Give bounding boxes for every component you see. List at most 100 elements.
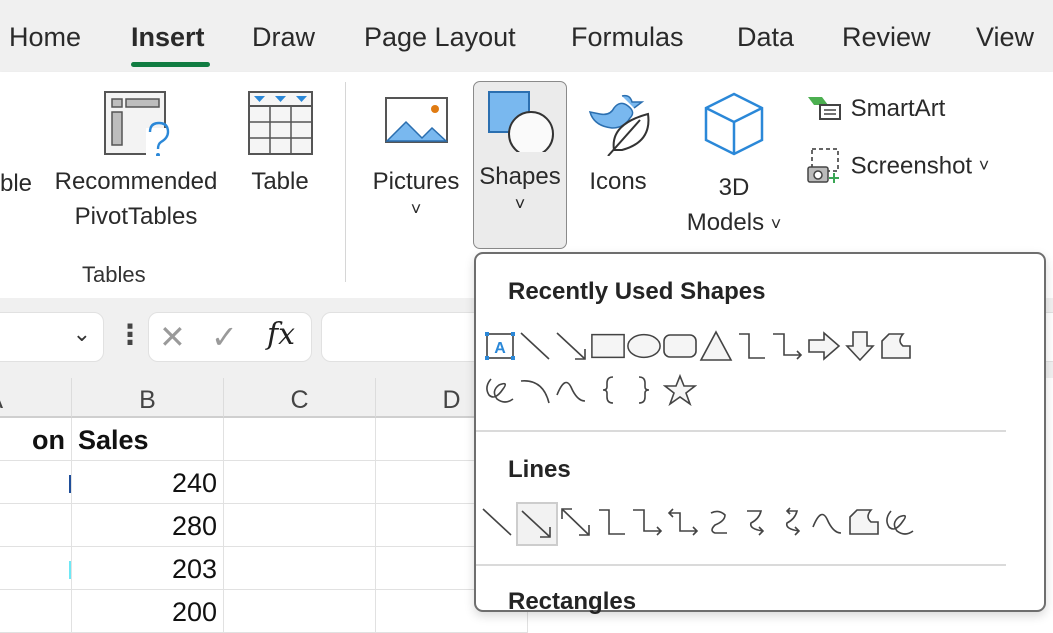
screenshot-icon xyxy=(807,148,839,183)
column-header-a[interactable]: A xyxy=(0,378,72,418)
cancel-icon[interactable]: ✕ xyxy=(159,318,186,356)
3d-models-button[interactable]: 3D Models ˅ xyxy=(672,90,796,242)
text-box-icon[interactable]: A xyxy=(482,326,518,366)
recent-shapes-row-2 xyxy=(482,370,698,410)
icons-label: Icons xyxy=(589,168,647,195)
elbow-connector-icon[interactable] xyxy=(734,326,770,366)
group-separator xyxy=(345,82,346,282)
tab-page-layout[interactable]: Page Layout xyxy=(364,22,516,53)
curve-icon[interactable] xyxy=(554,370,590,410)
cell-c5[interactable] xyxy=(224,590,376,633)
tab-insert[interactable]: Insert xyxy=(131,22,205,53)
tab-review[interactable]: Review xyxy=(842,22,931,53)
shapes-icon xyxy=(488,91,554,157)
scribble-icon[interactable] xyxy=(882,502,918,542)
shapes-dropdown: Recently Used Shapes A Lines Rectangles xyxy=(474,252,1046,615)
scribble-icon[interactable] xyxy=(482,370,518,410)
table-icon xyxy=(248,91,313,155)
rectangle-icon[interactable] xyxy=(590,326,626,366)
line-icon[interactable] xyxy=(518,326,554,366)
tables-group-label: Tables xyxy=(82,262,146,287)
curve-icon[interactable] xyxy=(810,502,846,542)
pictures-button[interactable]: Pictures ˅ xyxy=(368,90,464,219)
cell-c3[interactable] xyxy=(224,504,376,547)
smartart-icon xyxy=(808,96,841,120)
svg-text:A: A xyxy=(494,340,506,357)
ribbon-tabs: Home Insert Draw Page Layout Formulas Da… xyxy=(0,0,1053,72)
curved-arrow-connector-icon[interactable] xyxy=(738,502,774,542)
cell-a2[interactable] xyxy=(0,461,72,504)
recommended-pivottables-label-1: Recommended xyxy=(54,168,218,195)
oval-icon[interactable] xyxy=(626,326,662,366)
cell-a1[interactable]: on xyxy=(0,418,72,461)
arrow-icon[interactable] xyxy=(554,326,590,366)
curved-connector-icon[interactable] xyxy=(702,502,738,542)
snip-rectangle-icon[interactable] xyxy=(878,326,914,366)
arc-icon[interactable] xyxy=(518,370,554,410)
column-header-b[interactable]: B xyxy=(72,378,224,418)
shapes-button[interactable]: Shapes ˅ xyxy=(473,81,567,249)
tab-draw[interactable]: Draw xyxy=(252,22,315,53)
star-icon[interactable] xyxy=(662,370,698,410)
elbow-arrow-connector-icon[interactable] xyxy=(630,502,666,542)
rectangles-heading: Rectangles xyxy=(508,588,637,615)
cell-c4[interactable] xyxy=(224,547,376,590)
pivot-table-label: ble xyxy=(0,170,33,197)
3d-models-label-1: 3D xyxy=(718,174,750,201)
cell-b5[interactable]: 200 xyxy=(72,590,224,633)
smartart-label: SmartArt xyxy=(850,95,946,123)
icons-button[interactable]: Icons xyxy=(578,90,658,199)
screenshot-button[interactable]: Screenshot ˅ xyxy=(806,147,989,185)
table-button[interactable]: Table xyxy=(243,90,317,199)
tab-home[interactable]: Home xyxy=(9,22,81,53)
curved-double-arrow-icon[interactable] xyxy=(774,502,810,542)
insert-function-icon[interactable]: fx xyxy=(267,317,295,352)
elbow-connector-icon[interactable] xyxy=(594,502,630,542)
right-arrow-icon[interactable] xyxy=(806,326,842,366)
recommended-pivottables-icon xyxy=(104,91,174,156)
more-options-icon[interactable]: ⋮ xyxy=(116,318,144,351)
arrow-icon[interactable] xyxy=(516,502,558,546)
cell-a3[interactable] xyxy=(0,504,72,547)
tab-view[interactable]: View xyxy=(976,22,1034,53)
freeform-icon[interactable] xyxy=(846,502,882,542)
elbow-arrow-connector-icon[interactable] xyxy=(770,326,806,366)
cell-b4[interactable]: 203 xyxy=(72,547,224,590)
name-box-chevron-icon[interactable]: ⌄ xyxy=(73,321,91,347)
shapes-chevron-icon: ˅ xyxy=(514,194,526,214)
pivot-table-icon xyxy=(0,90,4,154)
cell-a4[interactable] xyxy=(0,547,72,590)
right-brace-icon[interactable] xyxy=(626,370,662,410)
elbow-double-arrow-icon[interactable] xyxy=(666,502,702,542)
lines-row xyxy=(480,502,918,546)
3d-models-label-2: Models ˅ xyxy=(686,209,782,236)
double-arrow-icon[interactable] xyxy=(558,502,594,542)
cell-b1[interactable]: Sales xyxy=(72,418,224,461)
column-header-c[interactable]: C xyxy=(224,378,376,418)
enter-icon[interactable]: ✓ xyxy=(211,318,238,356)
3d-models-icon xyxy=(704,92,764,156)
triangle-icon[interactable] xyxy=(698,326,734,366)
pivot-table-button[interactable]: ble xyxy=(0,90,32,197)
left-brace-icon[interactable] xyxy=(590,370,626,410)
smartart-button[interactable]: SmartArt xyxy=(806,90,945,126)
recommended-pivottables-button[interactable]: Recommended PivotTables xyxy=(46,90,226,234)
tab-formulas[interactable]: Formulas xyxy=(571,22,684,53)
cell-c2[interactable] xyxy=(224,461,376,504)
name-box[interactable]: ⌄ xyxy=(0,312,104,362)
cell-b3[interactable]: 280 xyxy=(72,504,224,547)
formula-buttons: ✕ ✓ fx xyxy=(148,312,312,362)
cell-b2[interactable]: 240 xyxy=(72,461,224,504)
tab-data[interactable]: Data xyxy=(737,22,794,53)
rounded-rectangle-icon[interactable] xyxy=(662,326,698,366)
3d-models-chevron-icon: ˅ xyxy=(770,214,782,234)
section-divider xyxy=(476,564,1006,566)
icons-icon xyxy=(588,94,650,156)
line-icon[interactable] xyxy=(480,502,516,542)
pictures-chevron-icon: ˅ xyxy=(410,199,422,219)
active-tab-indicator xyxy=(131,62,210,67)
table-label: Table xyxy=(251,168,309,195)
cell-c1[interactable] xyxy=(224,418,376,461)
cell-a5[interactable] xyxy=(0,590,72,633)
down-arrow-icon[interactable] xyxy=(842,326,878,366)
